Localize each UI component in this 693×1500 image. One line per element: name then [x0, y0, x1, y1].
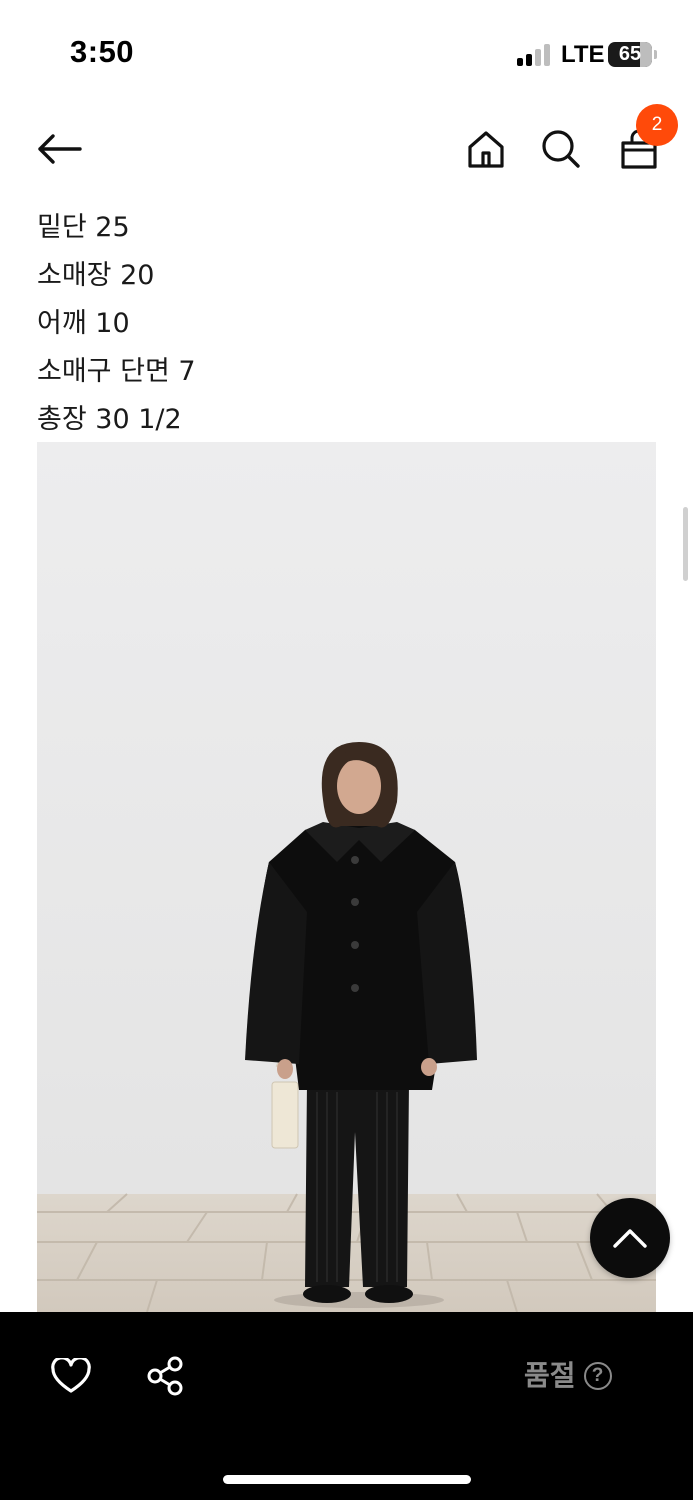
share-button[interactable] [139, 1350, 191, 1402]
product-detail-screen: 3:50 LTE 65 2 밑단 25 소매장 20 어깨 10 소매구 단면 … [0, 0, 693, 1500]
size-info-line: 밑단 25 [37, 212, 130, 243]
home-button[interactable] [459, 122, 513, 176]
home-icon [468, 131, 504, 168]
product-photo[interactable] [37, 442, 656, 1312]
search-icon [542, 130, 580, 168]
scrollbar[interactable] [683, 507, 688, 581]
bottom-action-bar: 품절 ? [0, 1312, 693, 1500]
search-button[interactable] [534, 122, 588, 176]
size-info-line: 총장 30 1/2 [37, 404, 182, 435]
battery-icon: 65 [608, 42, 652, 67]
network-type: LTE [561, 41, 605, 68]
status-bar: 3:50 LTE 65 [0, 0, 693, 100]
battery-level: 65 [618, 43, 642, 65]
cart-count-badge: 2 [636, 104, 678, 146]
size-info-list: 밑단 25 소매장 20 어깨 10 소매구 단면 7 총장 30 1/2 [37, 204, 657, 444]
like-button[interactable] [45, 1350, 97, 1402]
arrow-left-icon [38, 134, 82, 164]
product-photo-illustration [37, 442, 656, 1312]
back-button[interactable] [32, 122, 86, 176]
scroll-to-top-button[interactable] [590, 1198, 670, 1278]
help-icon[interactable]: ? [583, 1362, 612, 1390]
heart-icon [51, 1358, 91, 1393]
battery-nub [654, 50, 657, 59]
size-info-line: 어깨 10 [37, 308, 130, 339]
signal-strength-icon [517, 44, 553, 66]
sold-out-status: 품절 ? [524, 1356, 612, 1396]
header-nav: 2 [0, 104, 693, 190]
size-info-line: 소매장 20 [37, 260, 155, 291]
size-info-line: 소매구 단면 7 [37, 356, 196, 387]
chevron-up-icon [613, 1229, 647, 1248]
status-time: 3:50 [70, 34, 135, 69]
home-indicator [223, 1475, 471, 1484]
sold-out-label: 품절 [524, 1359, 576, 1392]
share-icon [147, 1356, 183, 1396]
